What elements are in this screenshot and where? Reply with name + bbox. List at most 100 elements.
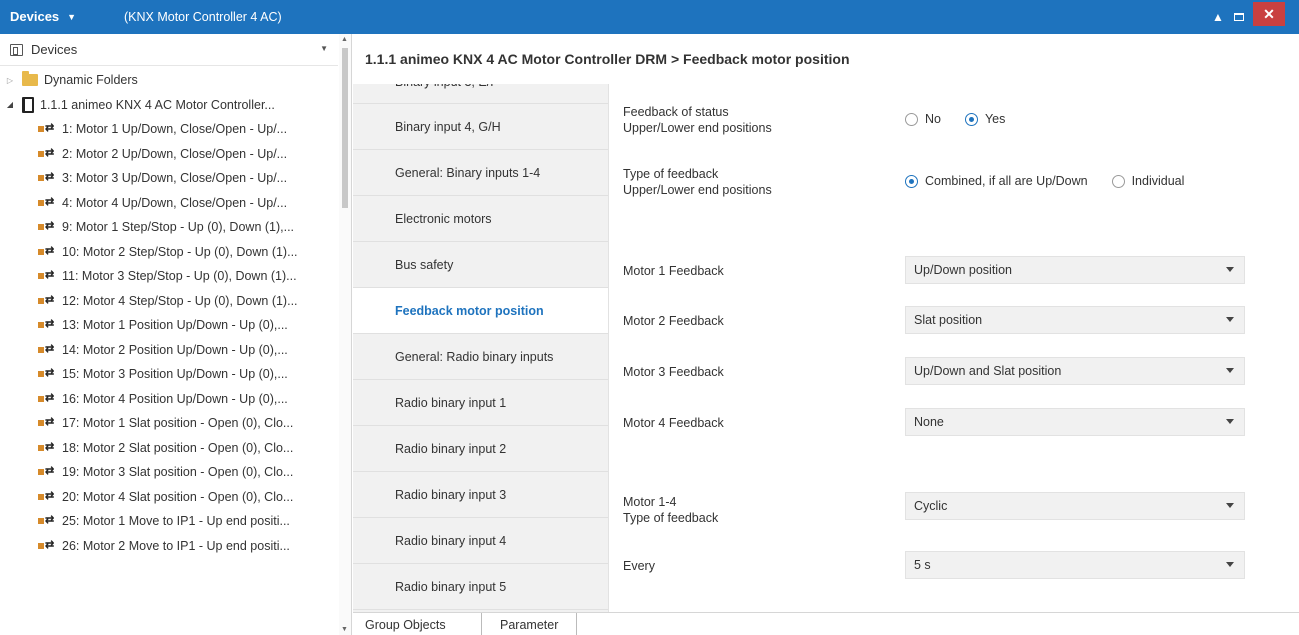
radio-individual[interactable]: Individual [1111, 174, 1185, 188]
radio-no-label: No [925, 112, 941, 126]
group-object-icon: ⇄ [38, 171, 56, 184]
group-object-icon: ⇄ [38, 490, 56, 503]
nav-item-radio-binary-input-4[interactable]: Radio binary input 4 [353, 518, 608, 564]
every-select[interactable]: 5 s [905, 551, 1245, 579]
tree-item-group-object[interactable]: ⇄ 11: Motor 3 Step/Stop - Up (0), Down (1… [0, 264, 338, 289]
motor1-feedback-value: Up/Down position [914, 263, 1012, 277]
devices-panel-header[interactable]: Devices ▼ [0, 34, 338, 66]
nav-item-radio-binary-input-3[interactable]: Radio binary input 3 [353, 472, 608, 518]
tree-item-label: 3: Motor 3 Up/Down, Close/Open - Up/... [62, 171, 288, 186]
radio-no[interactable]: No [905, 112, 941, 126]
radio-combined-label: Combined, if all are Up/Down [925, 174, 1088, 188]
tree-item-group-object[interactable]: ⇄ 13: Motor 1 Position Up/Down - Up (0),.… [0, 313, 338, 338]
nav-item-general-binary-inputs-1-4[interactable]: General: Binary inputs 1-4 [353, 150, 608, 196]
motor4-feedback-select[interactable]: None [905, 408, 1245, 436]
tree-item-group-object[interactable]: ⇄ 15: Motor 3 Position Up/Down - Up (0),.… [0, 362, 338, 387]
feedback-type-select[interactable]: Cyclic [905, 492, 1245, 520]
group-object-icon: ⇄ [38, 294, 56, 307]
dropdown-arrow-icon [1226, 317, 1234, 322]
group-object-icon: ⇄ [38, 367, 56, 380]
group-object-icon: ⇄ [38, 539, 56, 552]
nav-item-radio-binary-input-5[interactable]: Radio binary input 5 [353, 564, 608, 610]
motor1-feedback-select[interactable]: Up/Down position [905, 256, 1245, 284]
scroll-up-icon[interactable]: ▲ [341, 36, 348, 43]
close-button[interactable]: ✕ [1253, 2, 1285, 26]
nav-item-bus-safety[interactable]: Bus safety [353, 242, 608, 288]
tree-item-dynamic-folders[interactable]: ▷ Dynamic Folders [0, 68, 338, 93]
every-label: Every [623, 559, 655, 573]
radio-individual-label: Individual [1131, 174, 1185, 188]
tree-item-group-object[interactable]: ⇄ 1: Motor 1 Up/Down, Close/Open - Up/... [0, 117, 338, 142]
tab-group-objects[interactable]: Group Objects [365, 613, 446, 635]
tree-item-group-object[interactable]: ⇄ 4: Motor 4 Up/Down, Close/Open - Up/... [0, 191, 338, 216]
tree-item-label: 1.1.1 animeo KNX 4 AC Motor Controller..… [40, 97, 275, 112]
motor4-feedback-label: Motor 4 Feedback [623, 416, 724, 430]
tree-item-group-object[interactable]: ⇄ 12: Motor 4 Step/Stop - Up (0), Down (1… [0, 289, 338, 314]
motor3-feedback-select[interactable]: Up/Down and Slat position [905, 357, 1245, 385]
tree-item-group-object[interactable]: ⇄ 14: Motor 2 Position Up/Down - Up (0),.… [0, 338, 338, 363]
motor2-feedback-select[interactable]: Slat position [905, 306, 1245, 334]
tree-item-device[interactable]: ◢ 1.1.1 animeo KNX 4 AC Motor Controller… [0, 93, 338, 118]
motor14-label-line1: Motor 1-4 [623, 495, 677, 509]
motor2-feedback-value: Slat position [914, 313, 983, 327]
devices-menu-label: Devices [10, 9, 60, 24]
radio-no-circle[interactable] [905, 112, 918, 126]
scroll-down-icon[interactable]: ▼ [341, 626, 348, 633]
tree-item-label: 25: Motor 1 Move to IP1 - Up end positi.… [62, 514, 290, 529]
window-context-title: (KNX Motor Controller 4 AC) [124, 10, 282, 24]
tree-item-group-object[interactable]: ⇄ 10: Motor 2 Step/Stop - Up (0), Down (1… [0, 240, 338, 265]
tree-item-group-object[interactable]: ⇄ 2: Motor 2 Up/Down, Close/Open - Up/... [0, 142, 338, 167]
tree-item-label: 19: Motor 3 Slat position - Open (0), Cl… [62, 465, 294, 480]
type-feedback-radios: Combined, if all are Up/Down Individual [905, 174, 1202, 188]
tree-item-group-object[interactable]: ⇄ 19: Motor 3 Slat position - Open (0), C… [0, 460, 338, 485]
radio-combined[interactable]: Combined, if all are Up/Down [905, 174, 1088, 188]
status-feedback-label-line2: Upper/Lower end positions [623, 121, 772, 135]
tree-item-group-object[interactable]: ⇄ 17: Motor 1 Slat position - Open (0), C… [0, 411, 338, 436]
tree-item-group-object[interactable]: ⇄ 26: Motor 2 Move to IP1 - Up end positi… [0, 534, 338, 559]
group-object-icon: ⇄ [38, 343, 56, 356]
status-feedback-label-line1: Feedback of status [623, 105, 729, 119]
device-tree: ▷ Dynamic Folders ◢ 1.1.1 animeo KNX 4 A… [0, 68, 338, 558]
scrollbar-thumb[interactable] [342, 48, 348, 208]
tree-item-group-object[interactable]: ⇄ 3: Motor 3 Up/Down, Close/Open - Up/... [0, 166, 338, 191]
feedback-type-value: Cyclic [914, 499, 948, 513]
radio-yes[interactable]: Yes [964, 112, 1005, 126]
nav-item-radio-binary-input-2[interactable]: Radio binary input 2 [353, 426, 608, 472]
nav-item-radio-binary-input-1[interactable]: Radio binary input 1 [353, 380, 608, 426]
nav-item-general-radio-binary-inputs[interactable]: General: Radio binary inputs [353, 334, 608, 380]
motor14-feedback-label: Motor 1-4 Type of feedback [623, 494, 718, 526]
tree-item-label: 4: Motor 4 Up/Down, Close/Open - Up/... [62, 195, 288, 210]
nav-item-electronic-motors[interactable]: Electronic motors [353, 196, 608, 242]
chevron-down-icon[interactable]: ▼ [320, 44, 328, 53]
tree-item-group-object[interactable]: ⇄ 25: Motor 1 Move to IP1 - Up end positi… [0, 509, 338, 534]
maximize-button[interactable] [1228, 0, 1250, 34]
nav-item-binary-input-4-g-h[interactable]: Binary input 4, G/H [353, 104, 608, 150]
nav-item-feedback-motor-position[interactable]: Feedback motor position [353, 288, 608, 334]
group-object-icon: ⇄ [38, 465, 56, 478]
radio-combined-circle[interactable] [905, 174, 918, 188]
group-object-icon: ⇄ [38, 220, 56, 233]
tree-item-group-object[interactable]: ⇄ 9: Motor 1 Step/Stop - Up (0), Down (1)… [0, 215, 338, 240]
parameter-nav: Binary input 3, E/FBinary input 4, G/HGe… [353, 84, 609, 612]
radio-yes-circle[interactable] [964, 112, 978, 126]
tree-scrollbar[interactable]: ▲ ▼ [339, 34, 351, 635]
collapse-icon[interactable]: ▲ [1208, 0, 1228, 34]
every-value: 5 s [914, 558, 931, 572]
maximize-icon [1234, 13, 1244, 21]
tree-item-group-object[interactable]: ⇄ 16: Motor 4 Position Up/Down - Up (0),.… [0, 387, 338, 412]
bottom-tab-bar: Group Objects Parameter [353, 612, 1299, 635]
tree-item-label: 16: Motor 4 Position Up/Down - Up (0),..… [62, 391, 288, 406]
tab-parameter[interactable]: Parameter [481, 613, 578, 635]
collapse-tree-icon[interactable]: ◢ [4, 100, 16, 109]
tree-item-label: 10: Motor 2 Step/Stop - Up (0), Down (1)… [62, 244, 298, 259]
expand-icon[interactable]: ▷ [4, 76, 16, 85]
tree-item-group-object[interactable]: ⇄ 20: Motor 4 Slat position - Open (0), C… [0, 485, 338, 510]
motor14-label-line2: Type of feedback [623, 511, 719, 525]
group-object-icon: ⇄ [38, 245, 56, 258]
nav-item-binary-input-3-e-f[interactable]: Binary input 3, E/F [353, 84, 608, 104]
tree-item-label: 26: Motor 2 Move to IP1 - Up end positi.… [62, 538, 290, 553]
tree-item-label: 12: Motor 4 Step/Stop - Up (0), Down (1)… [62, 293, 298, 308]
radio-individual-circle[interactable] [1111, 174, 1125, 188]
tree-item-group-object[interactable]: ⇄ 18: Motor 2 Slat position - Open (0), C… [0, 436, 338, 461]
devices-menu[interactable]: Devices ▼ [10, 9, 76, 24]
